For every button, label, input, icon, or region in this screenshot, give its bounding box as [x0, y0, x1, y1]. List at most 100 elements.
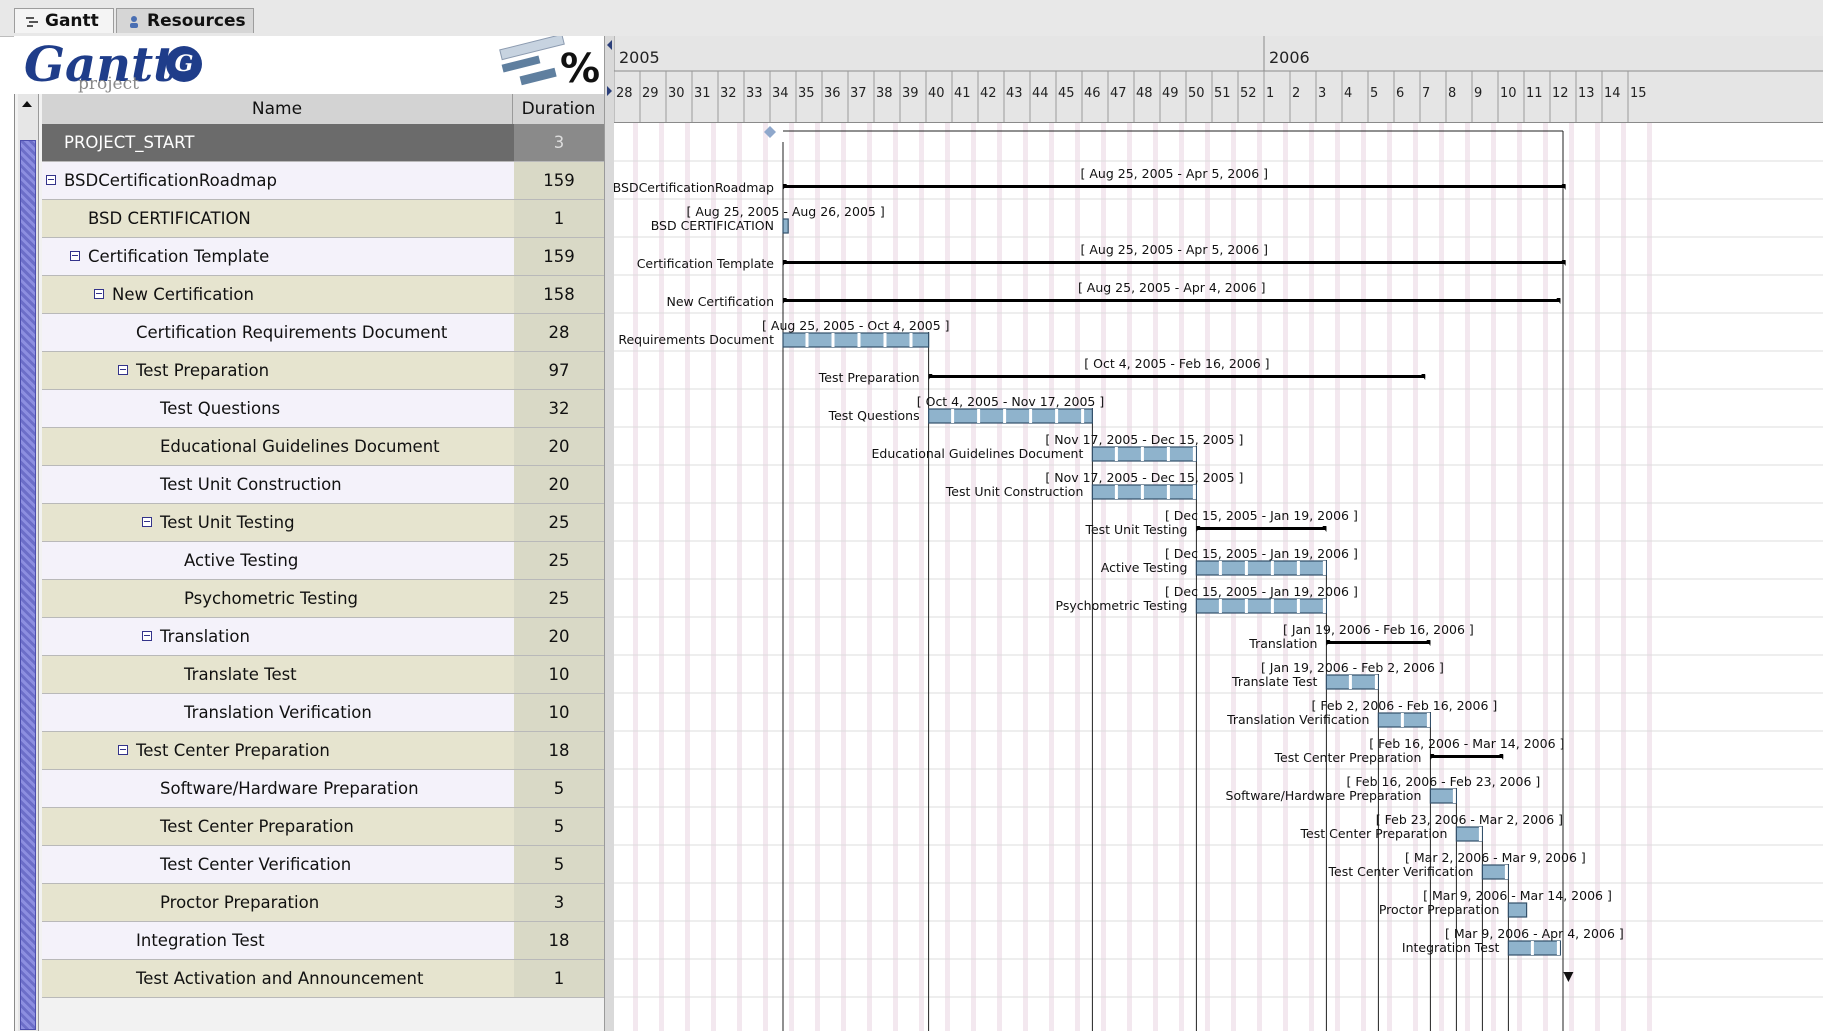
- gantt-chart-canvas[interactable]: BSDCertificationRoadmap [ Aug 25, 2005 - …: [614, 123, 1823, 1031]
- table-row[interactable]: Translation Verification 10: [42, 694, 604, 732]
- table-row[interactable]: BSDCertificationRoadmap 159: [42, 162, 604, 200]
- table-row[interactable]: Test Center Preparation 5: [42, 808, 604, 846]
- task-duration-cell[interactable]: 10: [514, 656, 604, 693]
- week-label: 41: [954, 86, 971, 101]
- bar-date-range-label: [ Aug 25, 2005 - Oct 4, 2005 ]: [762, 318, 950, 333]
- task-duration-cell[interactable]: 18: [514, 732, 604, 769]
- table-row[interactable]: Test Unit Construction 20: [42, 466, 604, 504]
- week-label: 5: [1370, 86, 1378, 101]
- bar-date-range-label: [ Nov 17, 2005 - Dec 15, 2005 ]: [1045, 470, 1243, 485]
- table-row[interactable]: Educational Guidelines Document 20: [42, 428, 604, 466]
- task-duration-cell[interactable]: 25: [514, 504, 604, 541]
- task-name-text: Proctor Preparation: [160, 893, 320, 912]
- completion-percent-icon: %: [494, 33, 606, 94]
- table-row[interactable]: Test Center Preparation 18: [42, 732, 604, 770]
- task-duration-cell[interactable]: 20: [514, 466, 604, 503]
- table-row[interactable]: Test Center Verification 5: [42, 846, 604, 884]
- table-row[interactable]: BSD CERTIFICATION 1: [42, 200, 604, 238]
- table-row[interactable]: PROJECT_START 3: [42, 124, 604, 162]
- table-row[interactable]: Test Activation and Announcement 1: [42, 960, 604, 998]
- task-name-cell[interactable]: Test Preparation: [42, 352, 588, 389]
- bar-date-range-label: [ Aug 25, 2005 - Apr 5, 2006 ]: [1081, 166, 1269, 181]
- bar-date-range-label: [ Aug 25, 2005 - Apr 4, 2006 ]: [1078, 280, 1266, 295]
- bar-name-label: Software/Hardware Preparation: [1226, 788, 1422, 803]
- table-row[interactable]: Test Preparation 97: [42, 352, 604, 390]
- task-duration-cell[interactable]: 18: [514, 922, 604, 959]
- table-row[interactable]: Active Testing 25: [42, 542, 604, 580]
- task-duration-cell[interactable]: 3: [514, 884, 604, 921]
- table-row[interactable]: New Certification 158: [42, 276, 604, 314]
- tree-scrollbar-thumb[interactable]: [20, 140, 36, 1030]
- collapse-icon[interactable]: [118, 744, 128, 755]
- bar-date-range-label: [ Jan 19, 2006 - Feb 16, 2006 ]: [1283, 622, 1474, 637]
- table-row[interactable]: Proctor Preparation 3: [42, 884, 604, 922]
- task-duration-cell[interactable]: 32: [514, 390, 604, 427]
- table-row[interactable]: Psychometric Testing 25: [42, 580, 604, 618]
- task-duration-cell[interactable]: 20: [514, 428, 604, 465]
- bar-name-label: Translate Test: [1231, 674, 1317, 689]
- table-row[interactable]: Translation 20: [42, 618, 604, 656]
- tab-bar: Gantt Resources: [0, 0, 1823, 37]
- table-row[interactable]: Certification Requirements Document 28: [42, 314, 604, 352]
- task-duration-cell[interactable]: 1: [514, 200, 604, 237]
- table-row[interactable]: Translate Test 10: [42, 656, 604, 694]
- task-name-cell[interactable]: PROJECT_START: [42, 124, 534, 161]
- collapse-icon[interactable]: [70, 250, 80, 261]
- collapse-icon[interactable]: [118, 364, 128, 375]
- week-label: 1: [1266, 86, 1274, 101]
- duration-column-header[interactable]: Duration: [513, 94, 604, 124]
- table-row[interactable]: Test Unit Testing 25: [42, 504, 604, 542]
- task-name-cell[interactable]: BSDCertificationRoadmap: [42, 162, 516, 199]
- task-name-cell[interactable]: New Certification: [42, 276, 564, 313]
- week-label: 2: [1292, 86, 1300, 101]
- week-label: 12: [1552, 86, 1569, 101]
- tab-gantt[interactable]: Gantt: [14, 8, 114, 33]
- table-row[interactable]: Integration Test 18: [42, 922, 604, 960]
- task-name-cell[interactable]: Test Center Preparation: [42, 732, 588, 769]
- summary-bar: [928, 375, 1426, 378]
- task-duration-cell[interactable]: 20: [514, 618, 604, 655]
- bar-name-label: Test Center Preparation: [1300, 826, 1448, 841]
- week-label: 31: [694, 86, 711, 101]
- name-column-header[interactable]: Name: [42, 94, 513, 124]
- collapse-icon[interactable]: [94, 288, 104, 299]
- table-row[interactable]: Certification Template 159: [42, 238, 604, 276]
- week-label: 15: [1630, 86, 1647, 101]
- week-label: 45: [1058, 86, 1075, 101]
- task-duration-cell[interactable]: 10: [514, 694, 604, 731]
- week-label: 13: [1578, 86, 1595, 101]
- bar-date-range-label: [ Dec 15, 2005 - Jan 19, 2006 ]: [1165, 584, 1358, 599]
- task-duration-cell[interactable]: 28: [514, 314, 604, 351]
- gantt-tab-icon: [25, 14, 39, 28]
- tab-resources[interactable]: Resources: [116, 8, 254, 33]
- collapse-icon[interactable]: [142, 630, 152, 641]
- collapse-icon[interactable]: [46, 174, 56, 185]
- week-label: 28: [616, 86, 633, 101]
- bar-date-range-label: [ Feb 23, 2006 - Mar 2, 2006 ]: [1376, 812, 1563, 827]
- task-bar: [1195, 560, 1328, 576]
- bar-date-range-label: [ Feb 16, 2006 - Feb 23, 2006 ]: [1347, 774, 1541, 789]
- task-duration-cell[interactable]: 3: [514, 124, 604, 161]
- task-name-text: Translation Verification: [184, 703, 372, 722]
- table-row[interactable]: Test Questions 32: [42, 390, 604, 428]
- task-duration-cell[interactable]: 25: [514, 542, 604, 579]
- bar-name-label: Test Unit Testing: [1084, 522, 1187, 537]
- task-duration-cell[interactable]: 25: [514, 580, 604, 617]
- task-duration-cell[interactable]: 158: [514, 276, 604, 313]
- table-row[interactable]: Software/Hardware Preparation 5: [42, 770, 604, 808]
- task-duration-cell[interactable]: 159: [514, 238, 604, 275]
- week-label: 52: [1240, 86, 1257, 101]
- task-name-cell[interactable]: Certification Template: [42, 238, 540, 275]
- task-duration-cell[interactable]: 97: [514, 352, 604, 389]
- task-duration-cell[interactable]: 159: [514, 162, 604, 199]
- task-duration-cell[interactable]: 5: [514, 770, 604, 807]
- task-duration-cell[interactable]: 5: [514, 808, 604, 845]
- task-duration-cell[interactable]: 5: [514, 846, 604, 883]
- bar-date-range-label: [ Dec 15, 2005 - Jan 19, 2006 ]: [1165, 546, 1358, 561]
- gantt-chart-area[interactable]: BSDCertificationRoadmap [ Aug 25, 2005 - …: [614, 123, 1823, 1031]
- task-name-cell[interactable]: BSD CERTIFICATION: [42, 200, 558, 237]
- task-duration-cell[interactable]: 1: [514, 960, 604, 997]
- task-name-text: Test Activation and Announcement: [136, 969, 424, 988]
- scroll-up-arrow-icon[interactable]: [20, 96, 34, 110]
- collapse-icon[interactable]: [142, 516, 152, 527]
